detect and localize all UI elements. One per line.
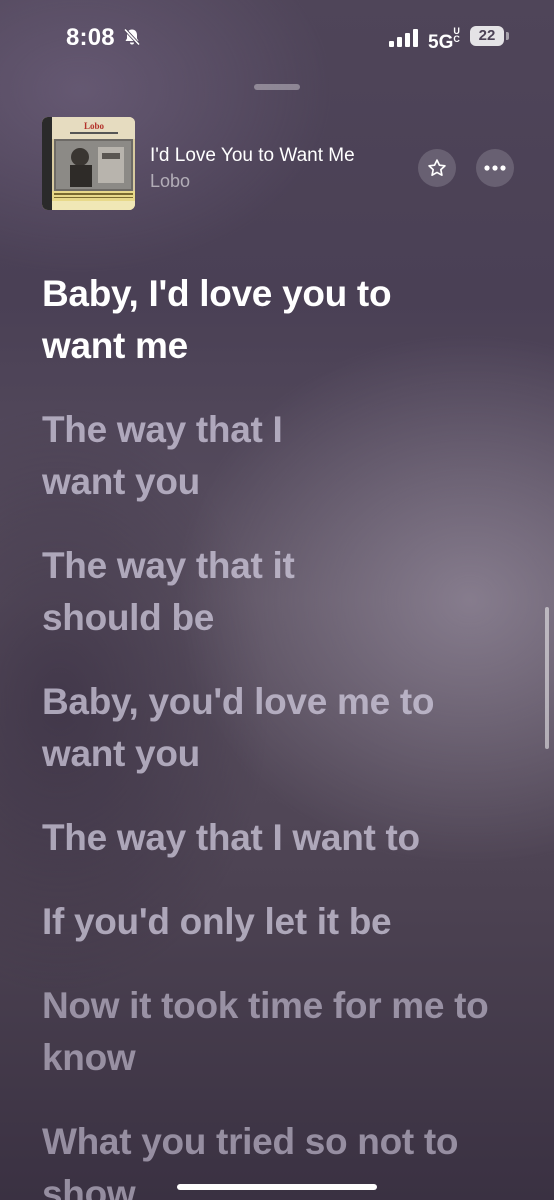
lyric-line[interactable]: The way that it should be (42, 540, 362, 644)
star-icon (428, 159, 446, 176)
lyric-line[interactable]: The way that I want to (42, 812, 512, 864)
more-icon (484, 165, 506, 171)
lyric-line[interactable]: If you'd only let it be (42, 896, 512, 948)
bell-off-icon (123, 28, 141, 46)
sheet-grabber[interactable] (254, 84, 300, 90)
more-options-button[interactable] (476, 149, 514, 187)
lyric-line[interactable]: Baby, you'd love me to want you (42, 676, 502, 780)
album-art[interactable]: Lobo (42, 117, 135, 210)
status-time: 8:08 (66, 24, 115, 51)
track-title[interactable]: I'd Love You to Want Me (150, 145, 355, 167)
lyric-line-active[interactable]: Baby, I'd love you to want me (42, 268, 462, 372)
lyric-line[interactable]: The way that I want you (42, 404, 342, 508)
status-bar: 8:08 5GUC 22 (0, 0, 554, 76)
album-art-title: Lobo (84, 121, 105, 131)
signal-icon (389, 29, 418, 47)
lyric-line[interactable]: Now it took time for me to know (42, 980, 512, 1084)
album-art-image: Lobo (42, 117, 135, 210)
battery-indicator: 22 (470, 26, 504, 46)
network-type-sup: UC (453, 26, 460, 44)
home-indicator[interactable] (177, 1184, 377, 1190)
favorite-button[interactable] (418, 149, 456, 187)
network-type: 5GUC (428, 27, 463, 54)
battery-nub (506, 32, 509, 40)
track-artist[interactable]: Lobo (150, 171, 190, 192)
scroll-indicator[interactable] (545, 607, 549, 749)
lyrics-list[interactable]: Baby, I'd love you to want me The way th… (42, 268, 512, 1200)
